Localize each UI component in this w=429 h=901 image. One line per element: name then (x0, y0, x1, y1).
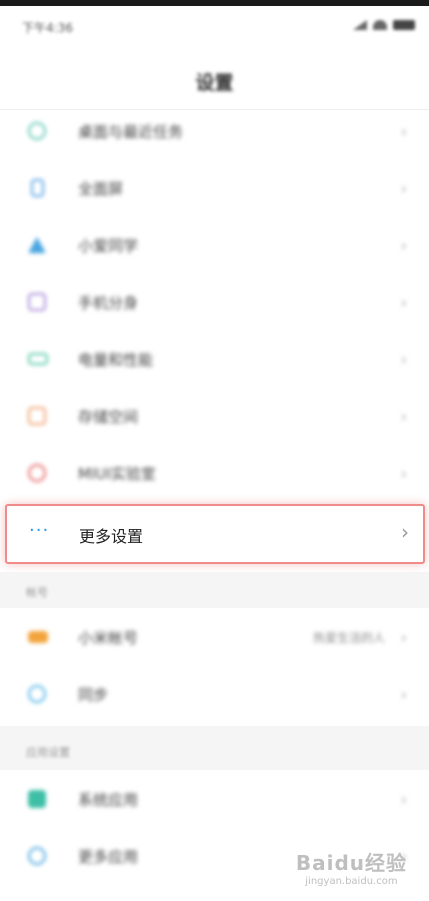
settings-item-label: 电量和性能 (78, 351, 154, 369)
chevron-right-icon: › (400, 122, 407, 141)
settings-item-dual-apps[interactable]: 手机分身 › (0, 274, 429, 331)
fullscreen-icon (31, 179, 44, 197)
chevron-right-icon: › (400, 350, 407, 369)
battery-icon (28, 353, 48, 365)
watermark: Baidu经验 jingyan.baidu.com (296, 847, 407, 887)
settings-item-lab[interactable]: MIUI实验室 › (0, 445, 429, 502)
settings-item-label: 桌面与最近任务 (78, 123, 184, 141)
page-title: 设置 (195, 72, 234, 94)
section-header-account: 帐号 (0, 572, 429, 608)
battery-status-icon (393, 20, 415, 30)
page-header: 设置 (0, 46, 429, 110)
chevron-right-icon: › (400, 179, 407, 198)
settings-item-sync[interactable]: 同步 › (0, 666, 429, 723)
sync-icon (28, 685, 46, 703)
settings-item-battery[interactable]: 电量和性能 › (0, 331, 429, 388)
settings-item-label: 存储空间 (78, 408, 139, 426)
settings-item-value: 热爱生活的人 (312, 631, 385, 645)
more-dots-icon: ··· (29, 520, 50, 541)
settings-item-system-apps[interactable]: 系统应用 › (0, 771, 429, 828)
settings-item-label: 全面屏 (78, 180, 124, 198)
chevron-right-icon: › (400, 628, 407, 647)
chevron-right-icon: › (401, 520, 409, 544)
chevron-right-icon: › (400, 464, 407, 483)
chevron-right-icon: › (400, 236, 407, 255)
settings-item-fullscreen[interactable]: 全面屏 › (0, 160, 429, 217)
chevron-right-icon: › (400, 790, 407, 809)
status-time: 下午4:36 (22, 21, 73, 35)
watermark-url: jingyan.baidu.com (305, 876, 398, 887)
settings-item-assistant[interactable]: 小爱同学 › (0, 217, 429, 274)
settings-item-label: 小米帐号 (78, 629, 139, 647)
chevron-right-icon: › (400, 685, 407, 704)
system-apps-icon (28, 790, 46, 808)
status-icons (353, 20, 415, 30)
dual-apps-icon (28, 293, 46, 311)
settings-item-home[interactable]: 桌面与最近任务 › (0, 103, 429, 160)
settings-item-label: 手机分身 (78, 294, 139, 312)
chevron-right-icon: › (400, 293, 407, 312)
section-title: 应用设置 (26, 746, 70, 759)
settings-item-label: 同步 (78, 686, 109, 704)
settings-item-label: MIUI实验室 (78, 465, 156, 483)
settings-item-label: 系统应用 (78, 791, 139, 809)
mi-account-icon (28, 631, 48, 643)
settings-item-storage[interactable]: 存储空间 › (0, 388, 429, 445)
storage-icon (28, 407, 46, 425)
watermark-logo: Baidu经验 (295, 851, 407, 875)
assistant-icon (28, 236, 46, 254)
section-header-apps: 应用设置 (0, 726, 429, 770)
status-bar: 下午4:36 (0, 6, 429, 46)
more-apps-icon (28, 847, 46, 865)
section-title: 帐号 (26, 586, 48, 599)
wifi-icon (373, 20, 387, 30)
settings-item-mi-account[interactable]: 小米帐号 热爱生活的人 › (0, 609, 429, 666)
more-settings-label: 更多设置 (79, 527, 144, 546)
settings-item-label: 小爱同学 (78, 237, 139, 255)
settings-item-more-settings[interactable]: ··· 更多设置 › (5, 504, 425, 564)
settings-item-label: 更多应用 (78, 848, 139, 866)
lab-icon (28, 464, 46, 482)
chevron-right-icon: › (400, 407, 407, 426)
home-icon (28, 122, 46, 140)
signal-icon (353, 20, 367, 30)
